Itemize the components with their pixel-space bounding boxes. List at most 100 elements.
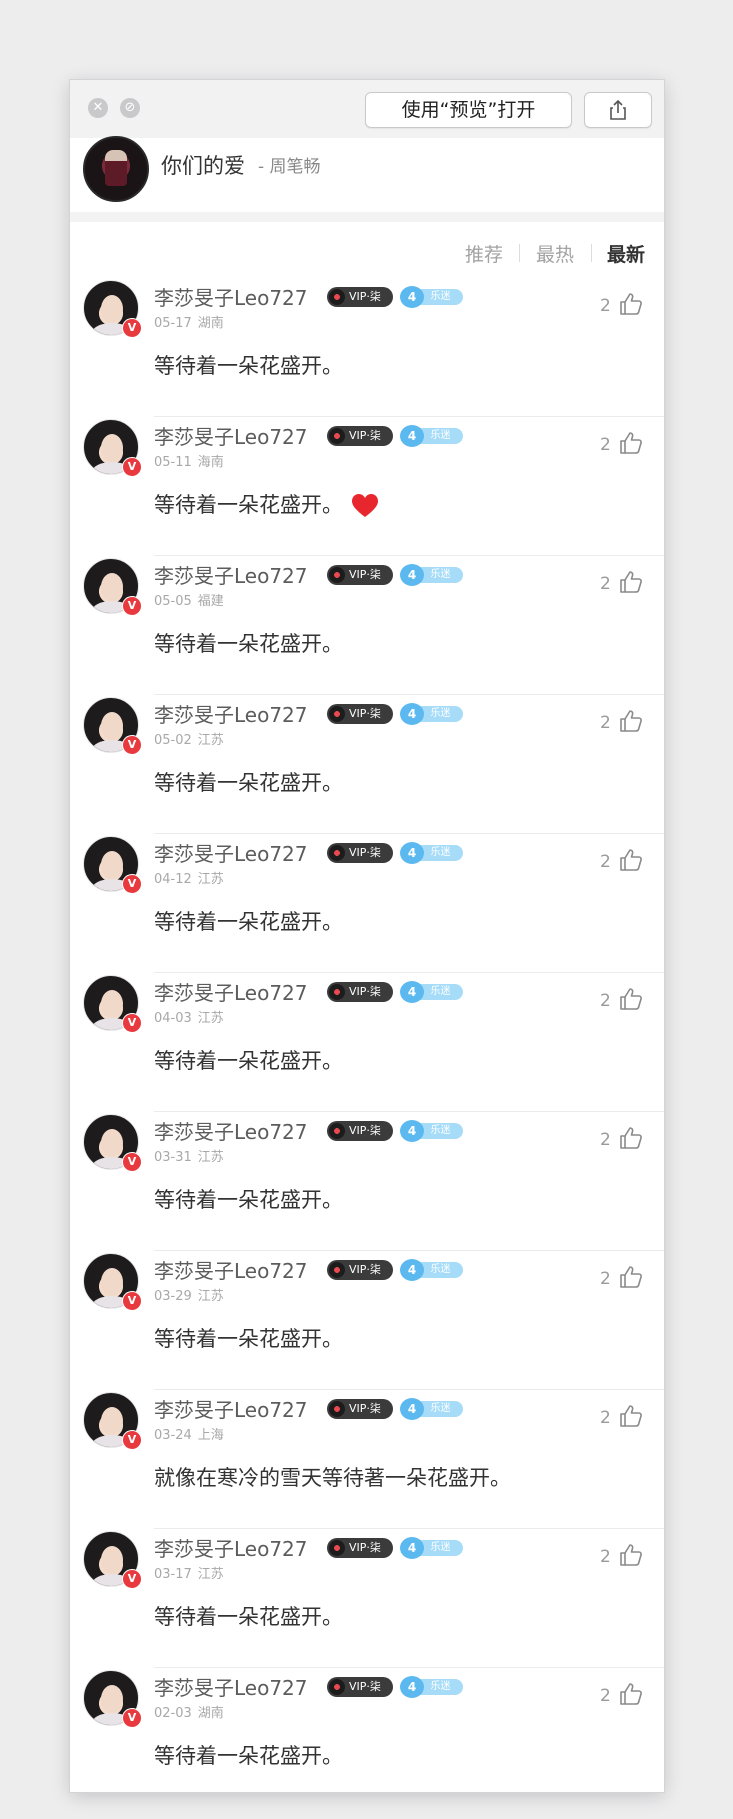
fan-level-badge: 乐迷 4 — [400, 981, 463, 1003]
comment-text-body: 等待着一朵花盛开。 — [154, 493, 343, 517]
comment-meta: 05-05 福建 — [154, 590, 230, 609]
fan-level-badge: 乐迷 4 — [400, 564, 463, 586]
thumbs-up-icon[interactable] — [618, 847, 644, 873]
song-header[interactable]: 你们的爱 - 周笔畅 — [70, 136, 664, 212]
comment-item: V 李莎旻子Leo727 VIP·柒 乐迷 4 05-11 海南 2 等待着一朵花… — [70, 417, 664, 556]
username[interactable]: 李莎旻子Leo727 — [154, 977, 308, 1006]
comment-text-body: 等待着一朵花盛开。 — [154, 1188, 343, 1212]
comment-date: 05-17 — [154, 316, 192, 331]
comment-meta: 03-17 江苏 — [154, 1563, 230, 1582]
username[interactable]: 李莎旻子Leo727 — [154, 699, 308, 728]
comment-item: V 李莎旻子Leo727 VIP·柒 乐迷 4 03-24 上海 2 就像在寒冷的… — [70, 1390, 664, 1529]
thumbs-up-icon[interactable] — [618, 569, 644, 595]
fan-level-badge: 乐迷 4 — [400, 703, 463, 725]
fan-heart-icon: 4 — [400, 1259, 424, 1281]
minimize-window-button[interactable]: ⊘ — [120, 98, 140, 118]
close-icon: ✕ — [92, 100, 104, 115]
like-count: 2 — [600, 574, 611, 594]
comment-date: 03-31 — [154, 1150, 192, 1165]
red-heart-emoji-icon — [352, 494, 378, 517]
share-icon — [610, 99, 626, 120]
thumbs-up-icon[interactable] — [618, 1125, 644, 1151]
comment-text-body: 等待着一朵花盛开。 — [154, 1327, 343, 1351]
vip-badge-label: VIP·柒 — [349, 985, 381, 998]
like-count: 2 — [600, 1408, 611, 1428]
open-with-preview-button[interactable]: 使用“预览”打开 — [365, 92, 572, 128]
username[interactable]: 李莎旻子Leo727 — [154, 560, 308, 589]
comment-region: 江苏 — [197, 1011, 224, 1026]
username[interactable]: 李莎旻子Leo727 — [154, 1394, 308, 1423]
vip-badge-label: VIP·柒 — [349, 1263, 381, 1276]
vinyl-disc-icon — [329, 567, 345, 583]
minimize-icon: ⊘ — [124, 100, 136, 115]
vip-badge-label: VIP·柒 — [349, 1124, 381, 1137]
vip-badge: VIP·柒 — [327, 704, 393, 724]
comment-text: 等待着一朵花盛开。 — [154, 1323, 343, 1353]
tab-hot[interactable]: 最热 — [536, 240, 574, 267]
avatar-face — [101, 1407, 123, 1435]
fan-tag-label: 乐迷 — [418, 1401, 463, 1417]
username[interactable]: 李莎旻子Leo727 — [154, 1116, 308, 1145]
username[interactable]: 李莎旻子Leo727 — [154, 838, 308, 867]
comment-region: 江苏 — [197, 1567, 224, 1582]
tab-recommend[interactable]: 推荐 — [465, 240, 503, 267]
username[interactable]: 李莎旻子Leo727 — [154, 1533, 308, 1562]
verified-badge: V — [122, 874, 142, 894]
share-button[interactable] — [584, 92, 652, 128]
fan-tag-label: 乐迷 — [418, 289, 463, 305]
avatar-face — [101, 434, 123, 462]
comment-item: V 李莎旻子Leo727 VIP·柒 乐迷 4 05-17 湖南 2 等待着一朵花… — [70, 278, 664, 417]
vip-badge: VIP·柒 — [327, 1677, 393, 1697]
comment-item: V 李莎旻子Leo727 VIP·柒 乐迷 4 03-29 江苏 2 等待着一朵花… — [70, 1251, 664, 1390]
vip-badge: VIP·柒 — [327, 982, 393, 1002]
comment-text-body: 等待着一朵花盛开。 — [154, 632, 343, 656]
preview-window: ✕ ⊘ 使用“预览”打开 你们的爱 - 周笔畅 推荐 最热 最新 V 李莎旻子L… — [70, 80, 664, 1792]
comment-meta: 03-29 江苏 — [154, 1285, 230, 1304]
vip-badge-label: VIP·柒 — [349, 1680, 381, 1693]
vip-badge: VIP·柒 — [327, 1399, 393, 1419]
vinyl-disc-icon — [329, 984, 345, 1000]
comment-region: 上海 — [197, 1428, 224, 1443]
avatar-face — [101, 1129, 123, 1157]
vip-badge-label: VIP·柒 — [349, 429, 381, 442]
thumbs-up-icon[interactable] — [618, 1264, 644, 1290]
comment-date: 02-03 — [154, 1706, 192, 1721]
username[interactable]: 李莎旻子Leo727 — [154, 1255, 308, 1284]
fan-level-badge: 乐迷 4 — [400, 1120, 463, 1142]
username[interactable]: 李莎旻子Leo727 — [154, 282, 308, 311]
thumbs-up-icon[interactable] — [618, 1681, 644, 1707]
fan-level-badge: 乐迷 4 — [400, 286, 463, 308]
thumbs-up-icon[interactable] — [618, 430, 644, 456]
username[interactable]: 李莎旻子Leo727 — [154, 421, 308, 450]
tab-newest[interactable]: 最新 — [607, 240, 645, 267]
comment-meta: 02-03 湖南 — [154, 1702, 230, 1721]
vinyl-disc-icon — [329, 1679, 345, 1695]
comment-item: V 李莎旻子Leo727 VIP·柒 乐迷 4 04-12 江苏 2 等待着一朵花… — [70, 834, 664, 973]
thumbs-up-icon[interactable] — [618, 1542, 644, 1568]
thumbs-up-icon[interactable] — [618, 1403, 644, 1429]
comment-text-body: 就像在寒冷的雪天等待著一朵花盛开。 — [154, 1466, 511, 1490]
verified-badge: V — [122, 1013, 142, 1033]
fan-heart-icon: 4 — [400, 1120, 424, 1142]
tab-divider — [591, 244, 592, 262]
comment-text-body: 等待着一朵花盛开。 — [154, 1049, 343, 1073]
close-window-button[interactable]: ✕ — [88, 98, 108, 118]
fan-heart-icon: 4 — [400, 981, 424, 1003]
comment-date: 05-05 — [154, 594, 192, 609]
vip-badge-label: VIP·柒 — [349, 1541, 381, 1554]
comment-text-body: 等待着一朵花盛开。 — [154, 1605, 343, 1629]
fan-tag-label: 乐迷 — [418, 1540, 463, 1556]
thumbs-up-icon[interactable] — [618, 986, 644, 1012]
avatar-face — [101, 990, 123, 1018]
thumbs-up-icon[interactable] — [618, 291, 644, 317]
thumbs-up-icon[interactable] — [618, 708, 644, 734]
like-count: 2 — [600, 1547, 611, 1567]
verified-badge: V — [122, 457, 142, 477]
vip-badge-label: VIP·柒 — [349, 290, 381, 303]
comment-date: 05-11 — [154, 455, 192, 470]
fan-level-badge: 乐迷 4 — [400, 425, 463, 447]
username[interactable]: 李莎旻子Leo727 — [154, 1672, 308, 1701]
vinyl-disc-icon — [329, 1123, 345, 1139]
comment-text-body: 等待着一朵花盛开。 — [154, 1744, 343, 1768]
comment-date: 03-24 — [154, 1428, 192, 1443]
